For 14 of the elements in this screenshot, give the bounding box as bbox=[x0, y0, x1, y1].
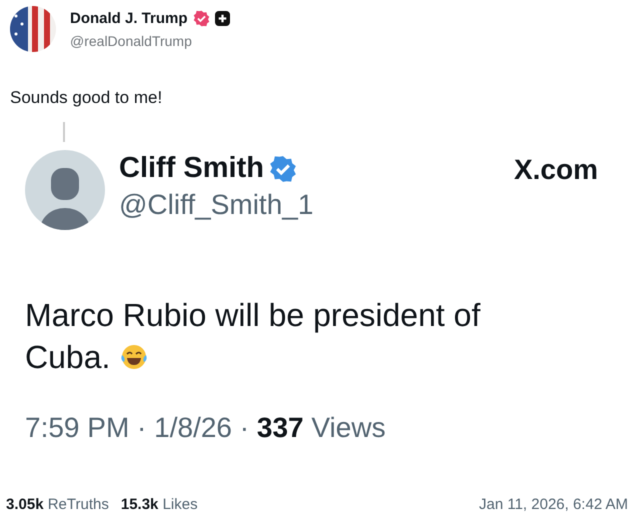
source-label: X.com bbox=[514, 154, 598, 186]
timestamp: Jan 11, 2026, 6:42 AM bbox=[479, 496, 628, 513]
author-handle[interactable]: @realDonaldTrump bbox=[70, 32, 230, 48]
stat-label[interactable]: 3.05k ReTruths bbox=[6, 496, 109, 513]
author-name[interactable]: Donald J. Trump bbox=[70, 10, 188, 26]
stat-label[interactable]: 15.3k Likes bbox=[120, 496, 198, 513]
post-text: Sounds good to me! bbox=[10, 88, 164, 108]
laughing-emoji-icon bbox=[120, 343, 148, 371]
post-meta: 7:59 PM · 1/8/26 · 337 Views bbox=[25, 412, 387, 444]
avatar[interactable] bbox=[10, 6, 56, 52]
quoted-text-line: Marco Rubio will be president of bbox=[25, 296, 480, 335]
quoted-author-handle: @Cliff_Smith_1 bbox=[119, 189, 314, 221]
quoted-author-name: Cliff Smith bbox=[119, 152, 264, 185]
quoted-text-line: Cuba. bbox=[25, 338, 110, 377]
